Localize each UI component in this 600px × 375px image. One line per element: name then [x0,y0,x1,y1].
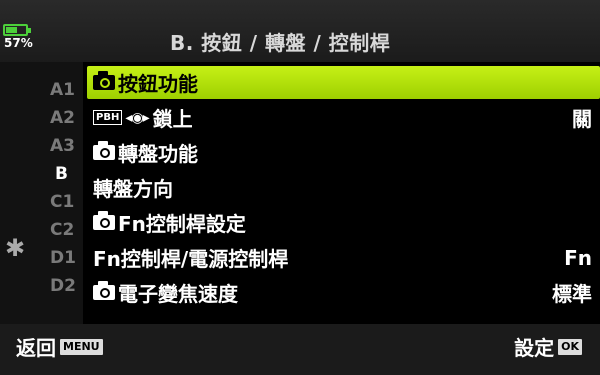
footer-bar: 返回 MENU 設定 OK [0,324,600,375]
menu-item-lock[interactable]: PBH ◂◉▸ 鎖上 關 [87,101,600,134]
menu-item-dial-function[interactable]: 轉盤功能 [87,136,600,169]
menu-key-icon: MENU [60,338,103,355]
menu-item-label: 按鈕功能 [118,72,198,96]
set-label: 設定 [514,336,555,360]
menu-item-value: 關 [572,107,592,131]
menu-item-button-function[interactable]: 按鈕功能 [87,66,600,99]
battery-icon [3,24,31,36]
tab-d1[interactable]: D1 [50,248,80,268]
camera-icon [93,71,115,90]
gear-icon[interactable]: ✱ [0,234,30,262]
page-title: B. 按鈕 / 轉盤 / 控制桿 [170,31,391,55]
menu-item-label: 電子變焦速度 [118,282,238,306]
menu-item-dial-direction[interactable]: 轉盤方向 [87,171,600,204]
set-button[interactable]: 設定 OK [514,332,582,361]
tab-a3[interactable]: A3 [50,136,80,156]
menu-item-label: 鎖上 [152,107,193,131]
tab-d2[interactable]: D2 [50,276,80,296]
menu-item-zoom-speed[interactable]: 電子變焦速度 標準 [87,276,600,309]
menu-item-label: 轉盤功能 [118,142,198,166]
tab-c1[interactable]: C1 [50,192,80,212]
ok-key-icon: OK [558,338,582,355]
tab-a1[interactable]: A1 [50,80,80,100]
tab-b[interactable]: B [55,164,85,184]
camera-icon [93,141,115,160]
battery-percent: 57% [4,36,33,50]
tab-a2[interactable]: A2 [50,108,80,128]
pbh-lock-icon: PBH [93,110,123,125]
camera-icon [93,281,115,300]
dial-ok-icon: ◂◉▸ [125,109,149,126]
back-label: 返回 [16,336,56,360]
menu-item-value: Fn [564,245,592,270]
sidebar: A1 A2 A3 B C1 C2 D1 D2 ✱ [0,62,83,324]
menu-item-label: Fn控制桿設定 [118,212,246,236]
tab-c2[interactable]: C2 [50,220,80,240]
top-bar: 57% B. 按鈕 / 轉盤 / 控制桿 [0,0,600,62]
menu-list: 按鈕功能 PBH ◂◉▸ 鎖上 關 轉盤功能 轉盤方向 Fn控制桿設定 Fn控制 [83,62,600,324]
camera-icon [93,211,115,230]
back-button[interactable]: 返回 MENU [16,332,103,361]
menu-item-value: 標準 [552,282,592,306]
menu-item-label: Fn控制桿/電源控制桿 [93,247,289,271]
menu-item-label: 轉盤方向 [93,177,173,201]
menu-item-fn-power-lever[interactable]: Fn控制桿/電源控制桿 Fn [87,241,600,274]
menu-item-fn-lever-settings[interactable]: Fn控制桿設定 [87,206,600,239]
